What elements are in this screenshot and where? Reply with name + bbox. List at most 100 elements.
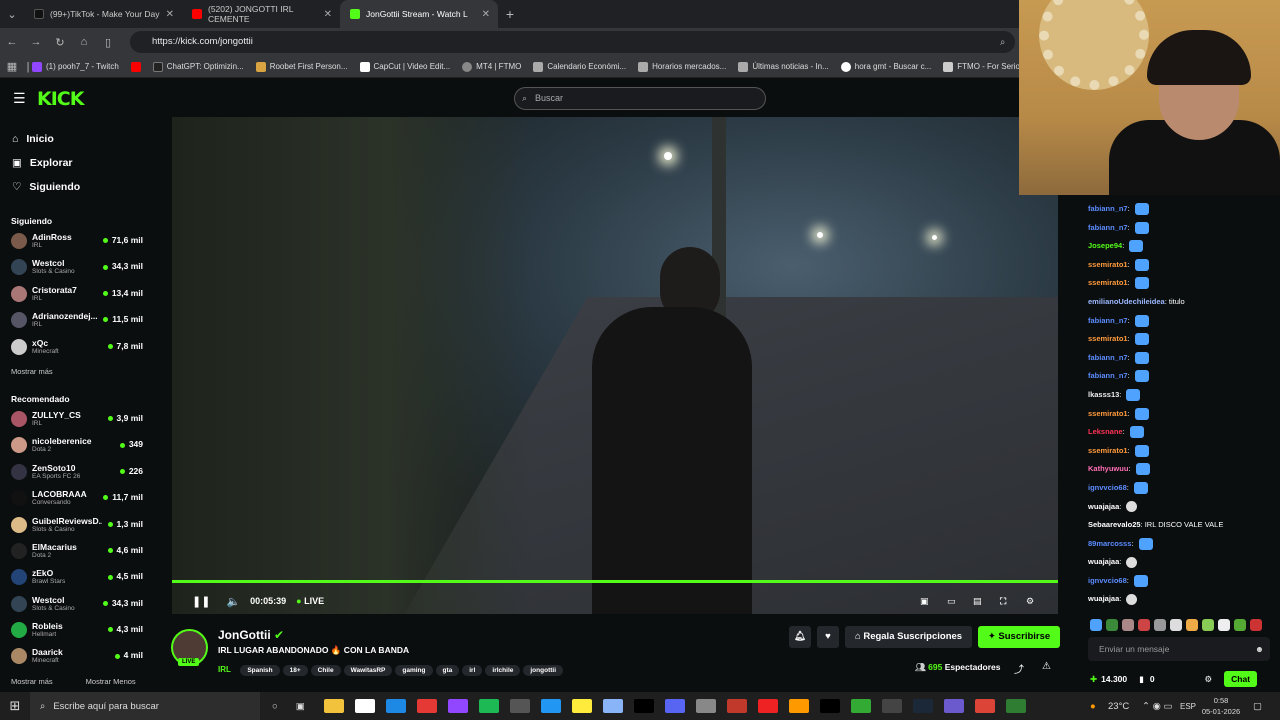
taskbar-app-icon[interactable] (634, 699, 655, 713)
taskbar-app-icon[interactable] (882, 699, 903, 713)
taskbar-search[interactable]: ⌕ Escribe aquí para buscar (30, 692, 260, 720)
menu-icon[interactable]: ☰ (13, 90, 26, 107)
stream-tag[interactable]: WawitasRP (343, 665, 393, 676)
taskbar-app-icon[interactable] (789, 699, 810, 713)
chat-username[interactable]: ssemirato1 (1088, 260, 1128, 269)
emote-icon[interactable] (1202, 619, 1214, 631)
miniplayer-icon[interactable]: ▣ (920, 596, 929, 607)
nav-explore[interactable]: ▣ Explorar (12, 151, 153, 175)
taskbar-app-icon[interactable] (603, 699, 624, 713)
close-icon[interactable]: ✕ (166, 9, 174, 20)
kick-logo[interactable]: KICK (37, 88, 84, 110)
live-indicator[interactable]: ● LIVE (296, 596, 324, 606)
channel-points[interactable]: 14.300 (1101, 674, 1127, 684)
chat-settings-icon[interactable]: ⚙ (1205, 674, 1213, 685)
chat-send-button[interactable]: Chat (1224, 671, 1258, 687)
nav-home[interactable]: ⌂ Inicio (12, 127, 153, 151)
volume-icon[interactable]: 🔈 (226, 595, 240, 608)
taskbar-app-icon[interactable] (355, 699, 376, 713)
close-icon[interactable]: ✕ (324, 9, 332, 20)
show-more-link[interactable]: Mostrar más (0, 361, 153, 383)
taskbar-app-icon[interactable] (479, 699, 500, 713)
nav-following[interactable]: ♡ Siguiendo (12, 175, 153, 199)
emote-icon[interactable] (1170, 619, 1182, 631)
subscribe-button[interactable]: ✦ Suscribirse (978, 626, 1060, 648)
stream-tag[interactable]: irlchile (485, 665, 521, 676)
bookmark[interactable]: CapCut | Video Edit... (359, 61, 450, 72)
share-icon[interactable]: ⤴ (1014, 661, 1024, 676)
gift-subs-button[interactable]: ⌂ Regala Suscripciones (845, 626, 972, 648)
chat-username[interactable]: Sebaarevalo25 (1088, 520, 1141, 529)
emote-icon[interactable] (1138, 619, 1150, 631)
emote-icon[interactable] (1218, 619, 1230, 631)
channel-item[interactable]: LACOBRAAA Conversando 11,7 mil (0, 486, 153, 512)
channel-item[interactable]: AdinRoss IRL 71,6 mil (0, 229, 153, 255)
emote-icon[interactable] (1106, 619, 1118, 631)
channel-item[interactable]: xQc Minecraft 7,8 mil (0, 335, 153, 361)
windows-start-icon[interactable]: ⊞ (0, 698, 30, 714)
clock[interactable]: 0:58 05-01-2026 (1200, 695, 1242, 717)
stream-tag[interactable]: Spanish (240, 665, 280, 676)
taskbar-app-icon[interactable] (727, 699, 748, 713)
search-input[interactable]: ⌕ Buscar (514, 87, 766, 110)
chat-username[interactable]: wuajajaa (1088, 502, 1119, 511)
taskbar-app-icon[interactable] (696, 699, 717, 713)
chat-username[interactable]: fabiann_n7 (1088, 371, 1128, 380)
chat-username[interactable]: Josepe94 (1088, 241, 1122, 250)
taskbar-app-icon[interactable] (541, 699, 562, 713)
tray-icons[interactable]: ⌃ ◉ ▭ (1142, 701, 1173, 712)
stream-tag[interactable]: 18+ (282, 665, 308, 676)
home-icon[interactable]: ⌂ (72, 36, 96, 48)
category-link[interactable]: IRL (218, 665, 231, 674)
emote-icon[interactable] (1234, 619, 1246, 631)
emote-icon[interactable] (1122, 619, 1134, 631)
bookmark[interactable]: Horarios mercados... (638, 61, 726, 72)
back-icon[interactable]: ← (0, 36, 24, 48)
taskbar-app-icon[interactable] (1006, 699, 1027, 713)
emote-icon[interactable] (1186, 619, 1198, 631)
chat-username[interactable]: lkasss13 (1088, 390, 1119, 399)
task-view-icon[interactable]: ▣ (296, 701, 305, 712)
emote-icon[interactable] (1090, 619, 1102, 631)
taskbar-app-icon[interactable] (665, 699, 686, 713)
theater-icon[interactable]: ▭ (947, 596, 956, 607)
progress-bar[interactable] (172, 580, 1058, 583)
chat-username[interactable]: emilianoUdechileidea (1088, 297, 1165, 306)
fullscreen-icon[interactable]: ⛶ (1000, 596, 1006, 607)
channel-item[interactable]: Westcol Slots & Casino 34,3 mil (0, 255, 153, 281)
bookmark[interactable]: Últimas noticias - In... (738, 61, 829, 72)
new-tab-icon[interactable]: + (498, 6, 522, 22)
settings-icon[interactable]: ⚙ (1026, 596, 1034, 607)
chat-username[interactable]: ssemirato1 (1088, 446, 1128, 455)
zoom-icon[interactable]: ⌕ (1000, 37, 1005, 48)
chat-username[interactable]: ssemirato1 (1088, 409, 1128, 418)
channel-item[interactable]: Cristorata7 IRL 13,4 mil (0, 282, 153, 308)
chat-username[interactable]: Leksnane (1088, 427, 1123, 436)
show-more-link[interactable]: Mostrar más Mostrar Menos (0, 671, 153, 693)
stream-tag[interactable]: jongottii (523, 665, 564, 676)
taskbar-app-icon[interactable] (851, 699, 872, 713)
tab-list-icon[interactable]: ⌄ (0, 8, 24, 21)
browser-tab-active[interactable]: JonGottii Stream - Watch L ✕ (340, 0, 498, 28)
channel-item[interactable]: ZULLYY_CS IRL 3,9 mil (0, 407, 153, 433)
chat-username[interactable]: ignvvcio68 (1088, 483, 1127, 492)
bookmark[interactable]: hora gmt - Buscar c... (840, 61, 931, 72)
channel-item[interactable]: ElMacarius Dota 2 4,6 mil (0, 539, 153, 565)
chat-username[interactable]: Kathyuwuu (1088, 464, 1128, 473)
channel-item[interactable]: Daarick Minecraft 4 mil (0, 644, 153, 670)
chat-username[interactable]: fabiann_n7 (1088, 353, 1128, 362)
emote-icon[interactable] (1250, 619, 1262, 631)
notification-icon[interactable]: ▢ (1253, 701, 1262, 712)
chat-username[interactable]: fabiann_n7 (1088, 316, 1128, 325)
follow-button[interactable]: ♥ (817, 626, 839, 648)
channel-item[interactable]: Robleis Hellmart 4,3 mil (0, 618, 153, 644)
chat-username[interactable]: ssemirato1 (1088, 278, 1128, 287)
taskbar-app-icon[interactable] (386, 699, 407, 713)
taskbar-app-icon[interactable] (913, 699, 934, 713)
channel-item[interactable]: ZenSoto10 EA Sports FC 26 226 (0, 460, 153, 486)
channel-item[interactable]: GuibelReviewsD... Slots & Casino 1,3 mil (0, 513, 153, 539)
taskbar-app-icon[interactable] (417, 699, 438, 713)
chat-input[interactable]: Enviar un mensaje ☻ (1088, 637, 1270, 661)
emote-icon[interactable] (1154, 619, 1166, 631)
video-player[interactable]: ❚❚ 🔈 00:05:39 ● LIVE ▣ ▭ ▤ ⛶ ⚙ (172, 117, 1058, 614)
